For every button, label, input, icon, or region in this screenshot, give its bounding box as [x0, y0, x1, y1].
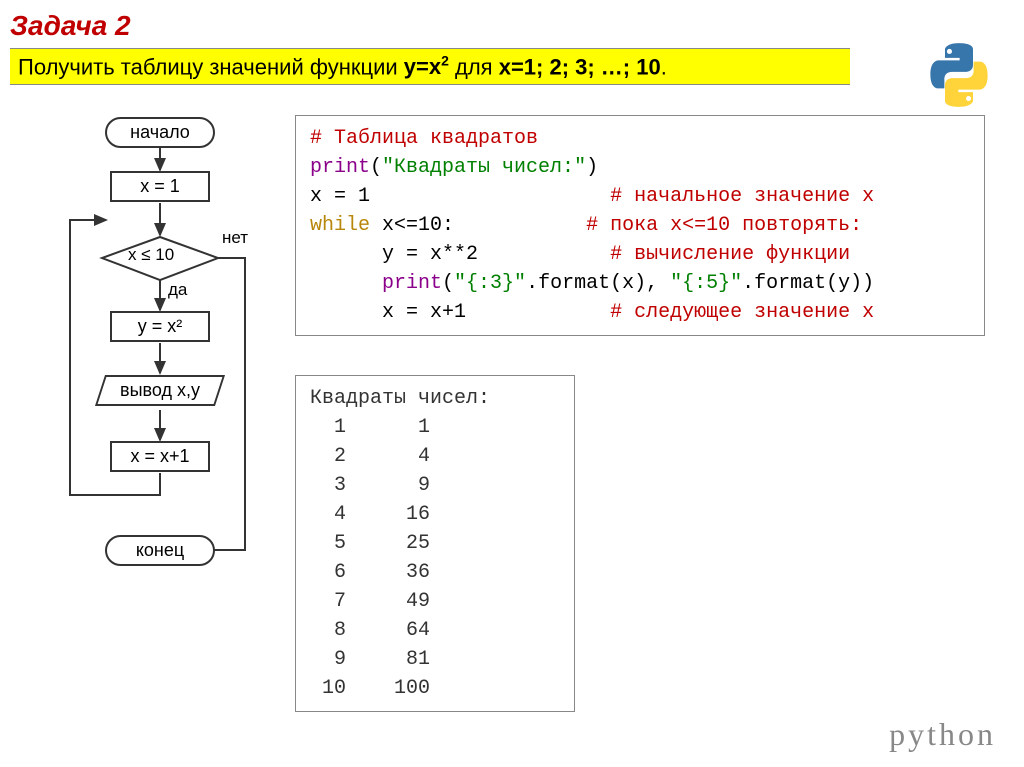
- flow-cond: x ≤ 10: [128, 245, 174, 265]
- flow-calc: y = x²: [110, 311, 210, 342]
- flow-init: x = 1: [110, 171, 210, 202]
- flow-no-label: нет: [222, 228, 248, 248]
- task-end: .: [661, 54, 667, 79]
- task-exp: 2: [441, 53, 449, 69]
- task-func: y=x: [404, 54, 441, 79]
- task-prefix: Получить таблицу значений функции: [18, 54, 404, 79]
- code-listing: # Таблица квадратов print("Квадраты чисе…: [295, 115, 985, 336]
- task-vals: x=1; 2; 3; …; 10: [499, 54, 661, 79]
- task-mid: для: [449, 54, 499, 79]
- flow-output: вывод x,y: [95, 375, 225, 406]
- task-title: Задача 2: [10, 10, 1014, 42]
- flow-start: начало: [105, 117, 215, 148]
- output-listing: Квадраты чисел: 1 1 2 4 3 9 4 16 5 25 6 …: [295, 375, 575, 712]
- flow-yes-label: да: [168, 280, 187, 300]
- task-description: Получить таблицу значений функции y=x2 д…: [10, 48, 850, 85]
- flow-inc: x = x+1: [110, 441, 210, 472]
- python-logo-icon: [924, 40, 994, 115]
- flow-end: конец: [105, 535, 215, 566]
- python-watermark: python: [889, 716, 996, 753]
